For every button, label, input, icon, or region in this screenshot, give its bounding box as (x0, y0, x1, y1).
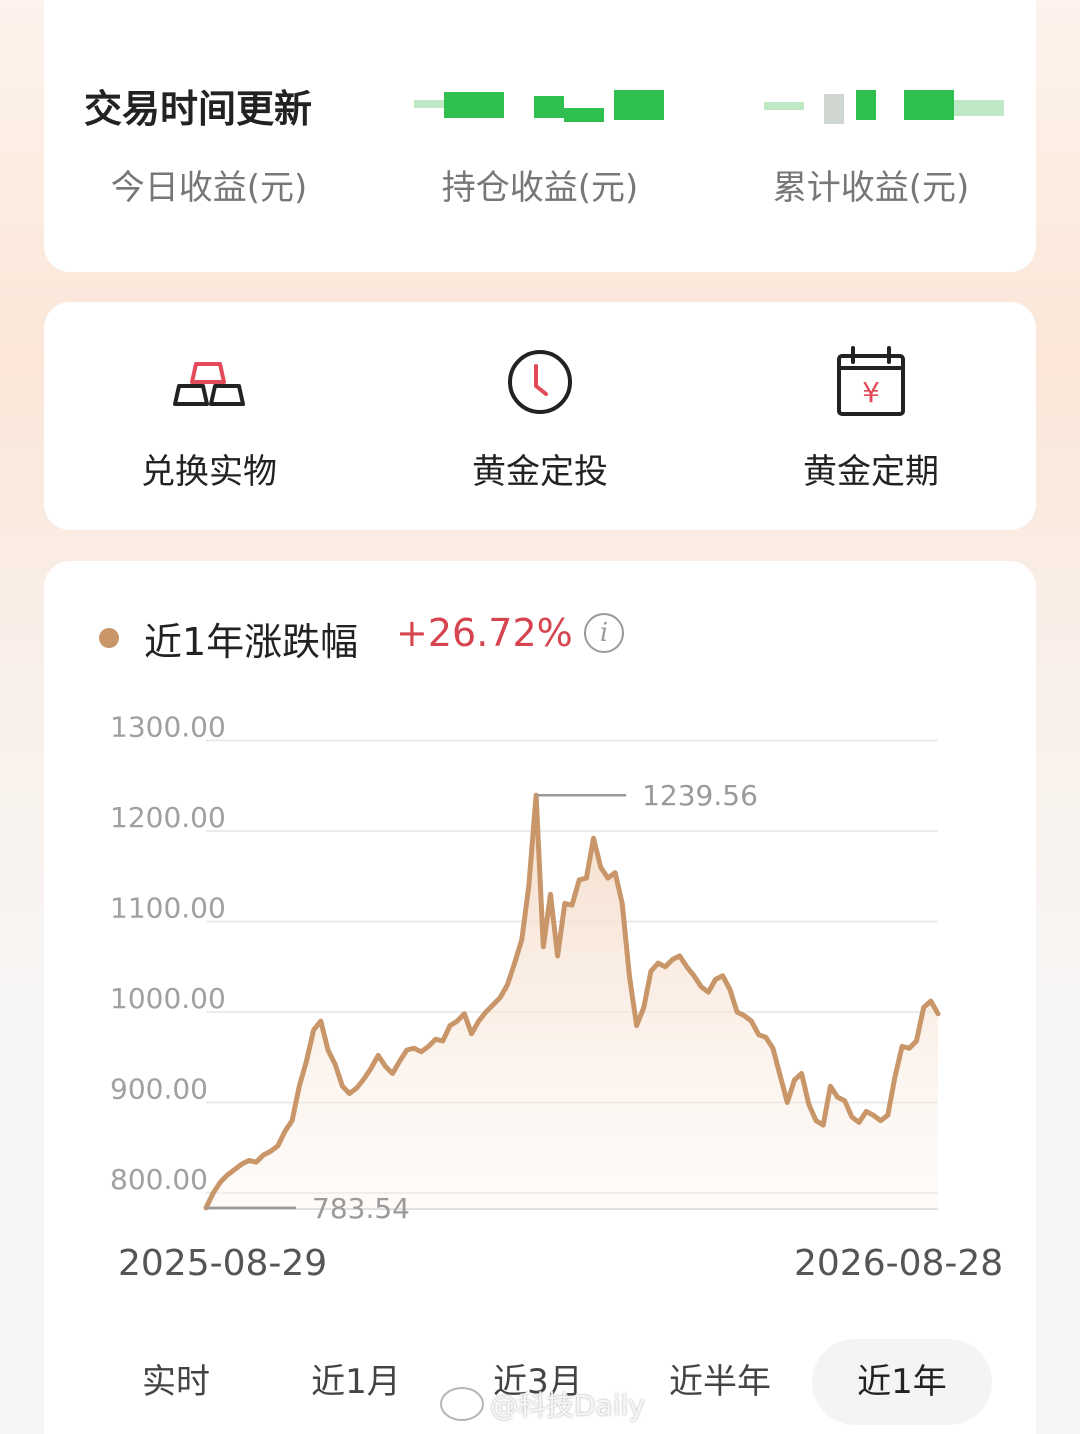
y-tick-label: 1300.00 (110, 711, 226, 744)
start-date-label: 2025-08-29 (118, 1243, 328, 1284)
watermark-text: @科技Daily (490, 1389, 645, 1422)
price-chart-card: 近1年涨跌幅 +26.72% i 1300.00 1200.00 1100.00 10… (44, 561, 1036, 1434)
end-date-label: 2026-08-28 (794, 1243, 1004, 1284)
metric-cumulative-label: 累计收益(元) (772, 168, 970, 208)
svg-text:¥: ¥ (862, 376, 880, 409)
metric-today-label: 今日收益(元) (110, 168, 308, 208)
y-tick-label: 1000.00 (110, 982, 226, 1015)
action-label: 兑换实物 (141, 452, 277, 492)
quick-actions-card: 兑换实物 黄金定投 ¥ 黄金定期 (44, 302, 1036, 530)
earnings-summary-card: 交易时间更新 今日收益(元) 持仓收益(元) 累计收益(元) (44, 0, 1036, 272)
y-tick-label: 900.00 (110, 1073, 208, 1106)
action-label: 黄金定期 (803, 452, 939, 492)
action-gold-fixed-term[interactable]: ¥ 黄金定期 (706, 342, 1036, 502)
price-chart[interactable]: 1300.00 1200.00 1100.00 1000.00 900.00 800.00… (44, 561, 1036, 1434)
watermark: @科技Daily (440, 1384, 645, 1424)
y-tick-label: 1100.00 (110, 892, 226, 925)
tab-1-month[interactable]: 近1月 (266, 1339, 446, 1425)
calendar-yen-icon: ¥ (837, 346, 905, 416)
y-tick-label: 800.00 (110, 1163, 208, 1196)
gold-bars-icon (173, 362, 245, 406)
metric-holding-label: 持仓收益(元) (441, 168, 639, 208)
action-gold-investment-plan[interactable]: 黄金定投 (375, 342, 705, 502)
tab-1-year[interactable]: 近1年 (812, 1339, 992, 1425)
action-label: 黄金定投 (472, 452, 608, 492)
masked-today-value (414, 90, 674, 126)
price-area (206, 795, 938, 1209)
tab-realtime[interactable]: 实时 (86, 1339, 266, 1425)
update-time-title: 交易时间更新 (84, 87, 313, 131)
max-value-label: 1239.56 (642, 779, 758, 812)
min-value-label: 783.54 (312, 1192, 410, 1225)
clock-icon (508, 350, 572, 414)
tab-half-year[interactable]: 近半年 (630, 1339, 810, 1425)
masked-total-value (764, 90, 1014, 126)
action-redeem-physical[interactable]: 兑换实物 (44, 342, 374, 502)
y-tick-label: 1200.00 (110, 801, 226, 834)
weibo-icon (440, 1387, 484, 1421)
